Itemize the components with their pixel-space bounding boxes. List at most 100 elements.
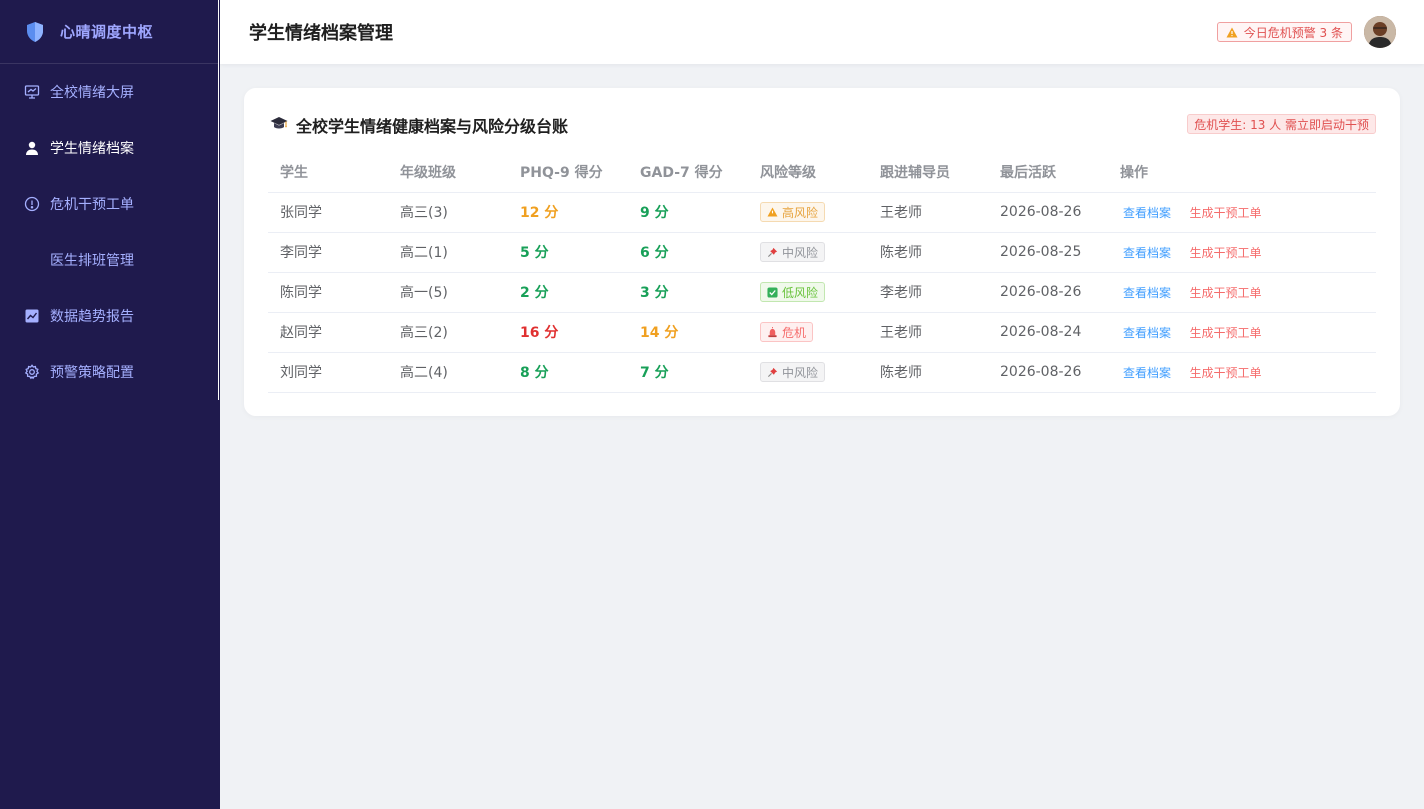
create-intervention-button[interactable]: 生成干预工单 <box>1189 326 1261 340</box>
view-record-button[interactable]: 查看档案 <box>1123 326 1171 340</box>
records-card: 全校学生情绪健康档案与风险分级台账 危机学生: 13 人 需立即启动干预 学生 … <box>244 88 1400 416</box>
create-intervention-button[interactable]: 生成干预工单 <box>1189 206 1261 220</box>
pin-icon <box>767 367 778 378</box>
sidebar-item-crisis-orders[interactable]: 危机干预工单 <box>0 176 218 232</box>
records-table: 学生 年级班级 PHQ-9 得分 GAD-7 得分 风险等级 跟进辅导员 最后活… <box>268 152 1376 393</box>
create-intervention-button[interactable]: 生成干预工单 <box>1189 246 1261 260</box>
cell-counselor: 陈老师 <box>868 352 988 393</box>
cell-gad7: 14 分 <box>640 325 679 341</box>
cell-student: 张同学 <box>268 192 388 233</box>
cell-gad7: 3 分 <box>640 285 669 301</box>
sidebar: 心晴调度中枢 全校情绪大屏 学生情绪档案 危机干预工单 医生排班管理 数据趋势报… <box>0 0 220 809</box>
cell-class: 高一(5) <box>388 272 508 313</box>
cell-class: 高三(3) <box>388 192 508 233</box>
risk-badge: 中风险 <box>760 242 826 262</box>
warning-icon <box>767 207 778 217</box>
table-row: 刘同学 高二(4) 8 分 7 分 中风险 陈老师 2026-08-26 查看档… <box>268 352 1376 393</box>
sidebar-panel: 心晴调度中枢 全校情绪大屏 学生情绪档案 危机干预工单 医生排班管理 数据趋势报… <box>0 0 219 400</box>
sidebar-item-label: 危机干预工单 <box>50 197 134 213</box>
brand-name: 心晴调度中枢 <box>60 23 154 41</box>
cell-student: 陈同学 <box>268 272 388 313</box>
column-header-counselor: 跟进辅导员 <box>868 152 988 193</box>
cell-phq9: 5 分 <box>520 245 549 261</box>
cell-class: 高二(1) <box>388 232 508 273</box>
cell-counselor: 陈老师 <box>868 232 988 273</box>
sidebar-item-label: 学生情绪档案 <box>50 141 134 157</box>
page-title: 学生情绪档案管理 <box>249 23 393 44</box>
column-header-risk: 风险等级 <box>748 152 868 193</box>
chart-icon <box>24 308 40 324</box>
column-header-class: 年级班级 <box>388 152 508 193</box>
siren-icon <box>767 326 778 338</box>
create-intervention-button[interactable]: 生成干预工单 <box>1189 286 1261 300</box>
risk-badge: 危机 <box>760 322 814 342</box>
crisis-count-tag: 危机学生: 13 人 需立即启动干预 <box>1187 114 1376 134</box>
cell-student: 赵同学 <box>268 312 388 353</box>
create-intervention-button[interactable]: 生成干预工单 <box>1189 366 1261 380</box>
check-box-icon <box>767 286 778 298</box>
crisis-alert-badge[interactable]: 今日危机预警 3 条 <box>1216 22 1352 42</box>
cell-last-active: 2026-08-24 <box>988 312 1108 353</box>
view-record-button[interactable]: 查看档案 <box>1123 206 1171 220</box>
view-record-button[interactable]: 查看档案 <box>1123 286 1171 300</box>
table-header-row: 学生 年级班级 PHQ-9 得分 GAD-7 得分 风险等级 跟进辅导员 最后活… <box>268 152 1376 193</box>
cell-gad7: 6 分 <box>640 245 669 261</box>
sidebar-nav: 全校情绪大屏 学生情绪档案 危机干预工单 医生排班管理 数据趋势报告 预警策略配… <box>0 64 218 400</box>
cell-class: 高三(2) <box>388 312 508 353</box>
sidebar-item-student-records[interactable]: 学生情绪档案 <box>0 120 218 176</box>
cell-phq9: 12 分 <box>520 205 559 221</box>
top-header: 学生情绪档案管理 今日危机预警 3 条 <box>220 0 1424 64</box>
cell-phq9: 16 分 <box>520 325 559 341</box>
brand: 心晴调度中枢 <box>0 0 218 64</box>
table-row: 陈同学 高一(5) 2 分 3 分 低风险 李老师 2026-08-26 查看档… <box>268 272 1376 313</box>
cell-gad7: 7 分 <box>640 365 669 381</box>
sidebar-item-trend-report[interactable]: 数据趋势报告 <box>0 288 218 344</box>
cell-last-active: 2026-08-26 <box>988 352 1108 393</box>
risk-badge: 中风险 <box>760 362 826 382</box>
table-row: 赵同学 高三(2) 16 分 14 分 危机 王老师 2026-08-24 查看… <box>268 312 1376 353</box>
cell-phq9: 2 分 <box>520 285 549 301</box>
column-header-gad7: GAD-7 得分 <box>628 152 748 193</box>
cell-last-active: 2026-08-26 <box>988 272 1108 313</box>
view-record-button[interactable]: 查看档案 <box>1123 246 1171 260</box>
table-row: 张同学 高三(3) 12 分 9 分 高风险 王老师 2026-08-26 查看… <box>268 192 1376 233</box>
sidebar-item-label: 预警策略配置 <box>50 365 134 381</box>
card-title: 全校学生情绪健康档案与风险分级台账 <box>296 117 569 136</box>
sidebar-item-alert-policy[interactable]: 预警策略配置 <box>0 344 218 400</box>
sidebar-item-doctor-schedule[interactable]: 医生排班管理 <box>0 232 218 288</box>
cell-counselor: 王老师 <box>868 312 988 353</box>
gear-icon <box>24 364 40 380</box>
graduation-cap-icon <box>270 115 288 135</box>
column-header-phq9: PHQ-9 得分 <box>508 152 628 193</box>
sidebar-item-label: 全校情绪大屏 <box>50 85 134 101</box>
sidebar-item-label: 医生排班管理 <box>50 253 134 269</box>
risk-label: 低风险 <box>782 285 819 300</box>
sidebar-item-dashboard[interactable]: 全校情绪大屏 <box>0 64 218 120</box>
risk-label: 高风险 <box>782 205 819 220</box>
presentation-icon <box>24 84 40 100</box>
cell-phq9: 8 分 <box>520 365 549 381</box>
view-record-button[interactable]: 查看档案 <box>1123 366 1171 380</box>
risk-label: 中风险 <box>782 245 819 260</box>
risk-label: 中风险 <box>782 365 819 380</box>
user-icon <box>24 140 40 156</box>
table-row: 李同学 高二(1) 5 分 6 分 中风险 陈老师 2026-08-25 查看档… <box>268 232 1376 273</box>
alert-circle-icon <box>24 196 40 212</box>
cell-counselor: 李老师 <box>868 272 988 313</box>
alert-text: 今日危机预警 3 条 <box>1243 25 1343 40</box>
warning-icon <box>1226 27 1238 38</box>
pin-icon <box>767 247 778 258</box>
column-header-actions: 操作 <box>1108 152 1376 193</box>
cell-last-active: 2026-08-26 <box>988 192 1108 233</box>
cell-gad7: 9 分 <box>640 205 669 221</box>
column-header-last-active: 最后活跃 <box>988 152 1108 193</box>
column-header-student: 学生 <box>268 152 388 193</box>
card-header: 全校学生情绪健康档案与风险分级台账 危机学生: 13 人 需立即启动干预 <box>270 114 1376 136</box>
cell-class: 高二(4) <box>388 352 508 393</box>
avatar[interactable] <box>1364 16 1396 48</box>
shield-icon <box>24 20 46 44</box>
sidebar-item-label: 数据趋势报告 <box>50 309 134 325</box>
blank-icon <box>24 252 40 268</box>
risk-badge: 高风险 <box>760 202 826 222</box>
cell-counselor: 王老师 <box>868 192 988 233</box>
